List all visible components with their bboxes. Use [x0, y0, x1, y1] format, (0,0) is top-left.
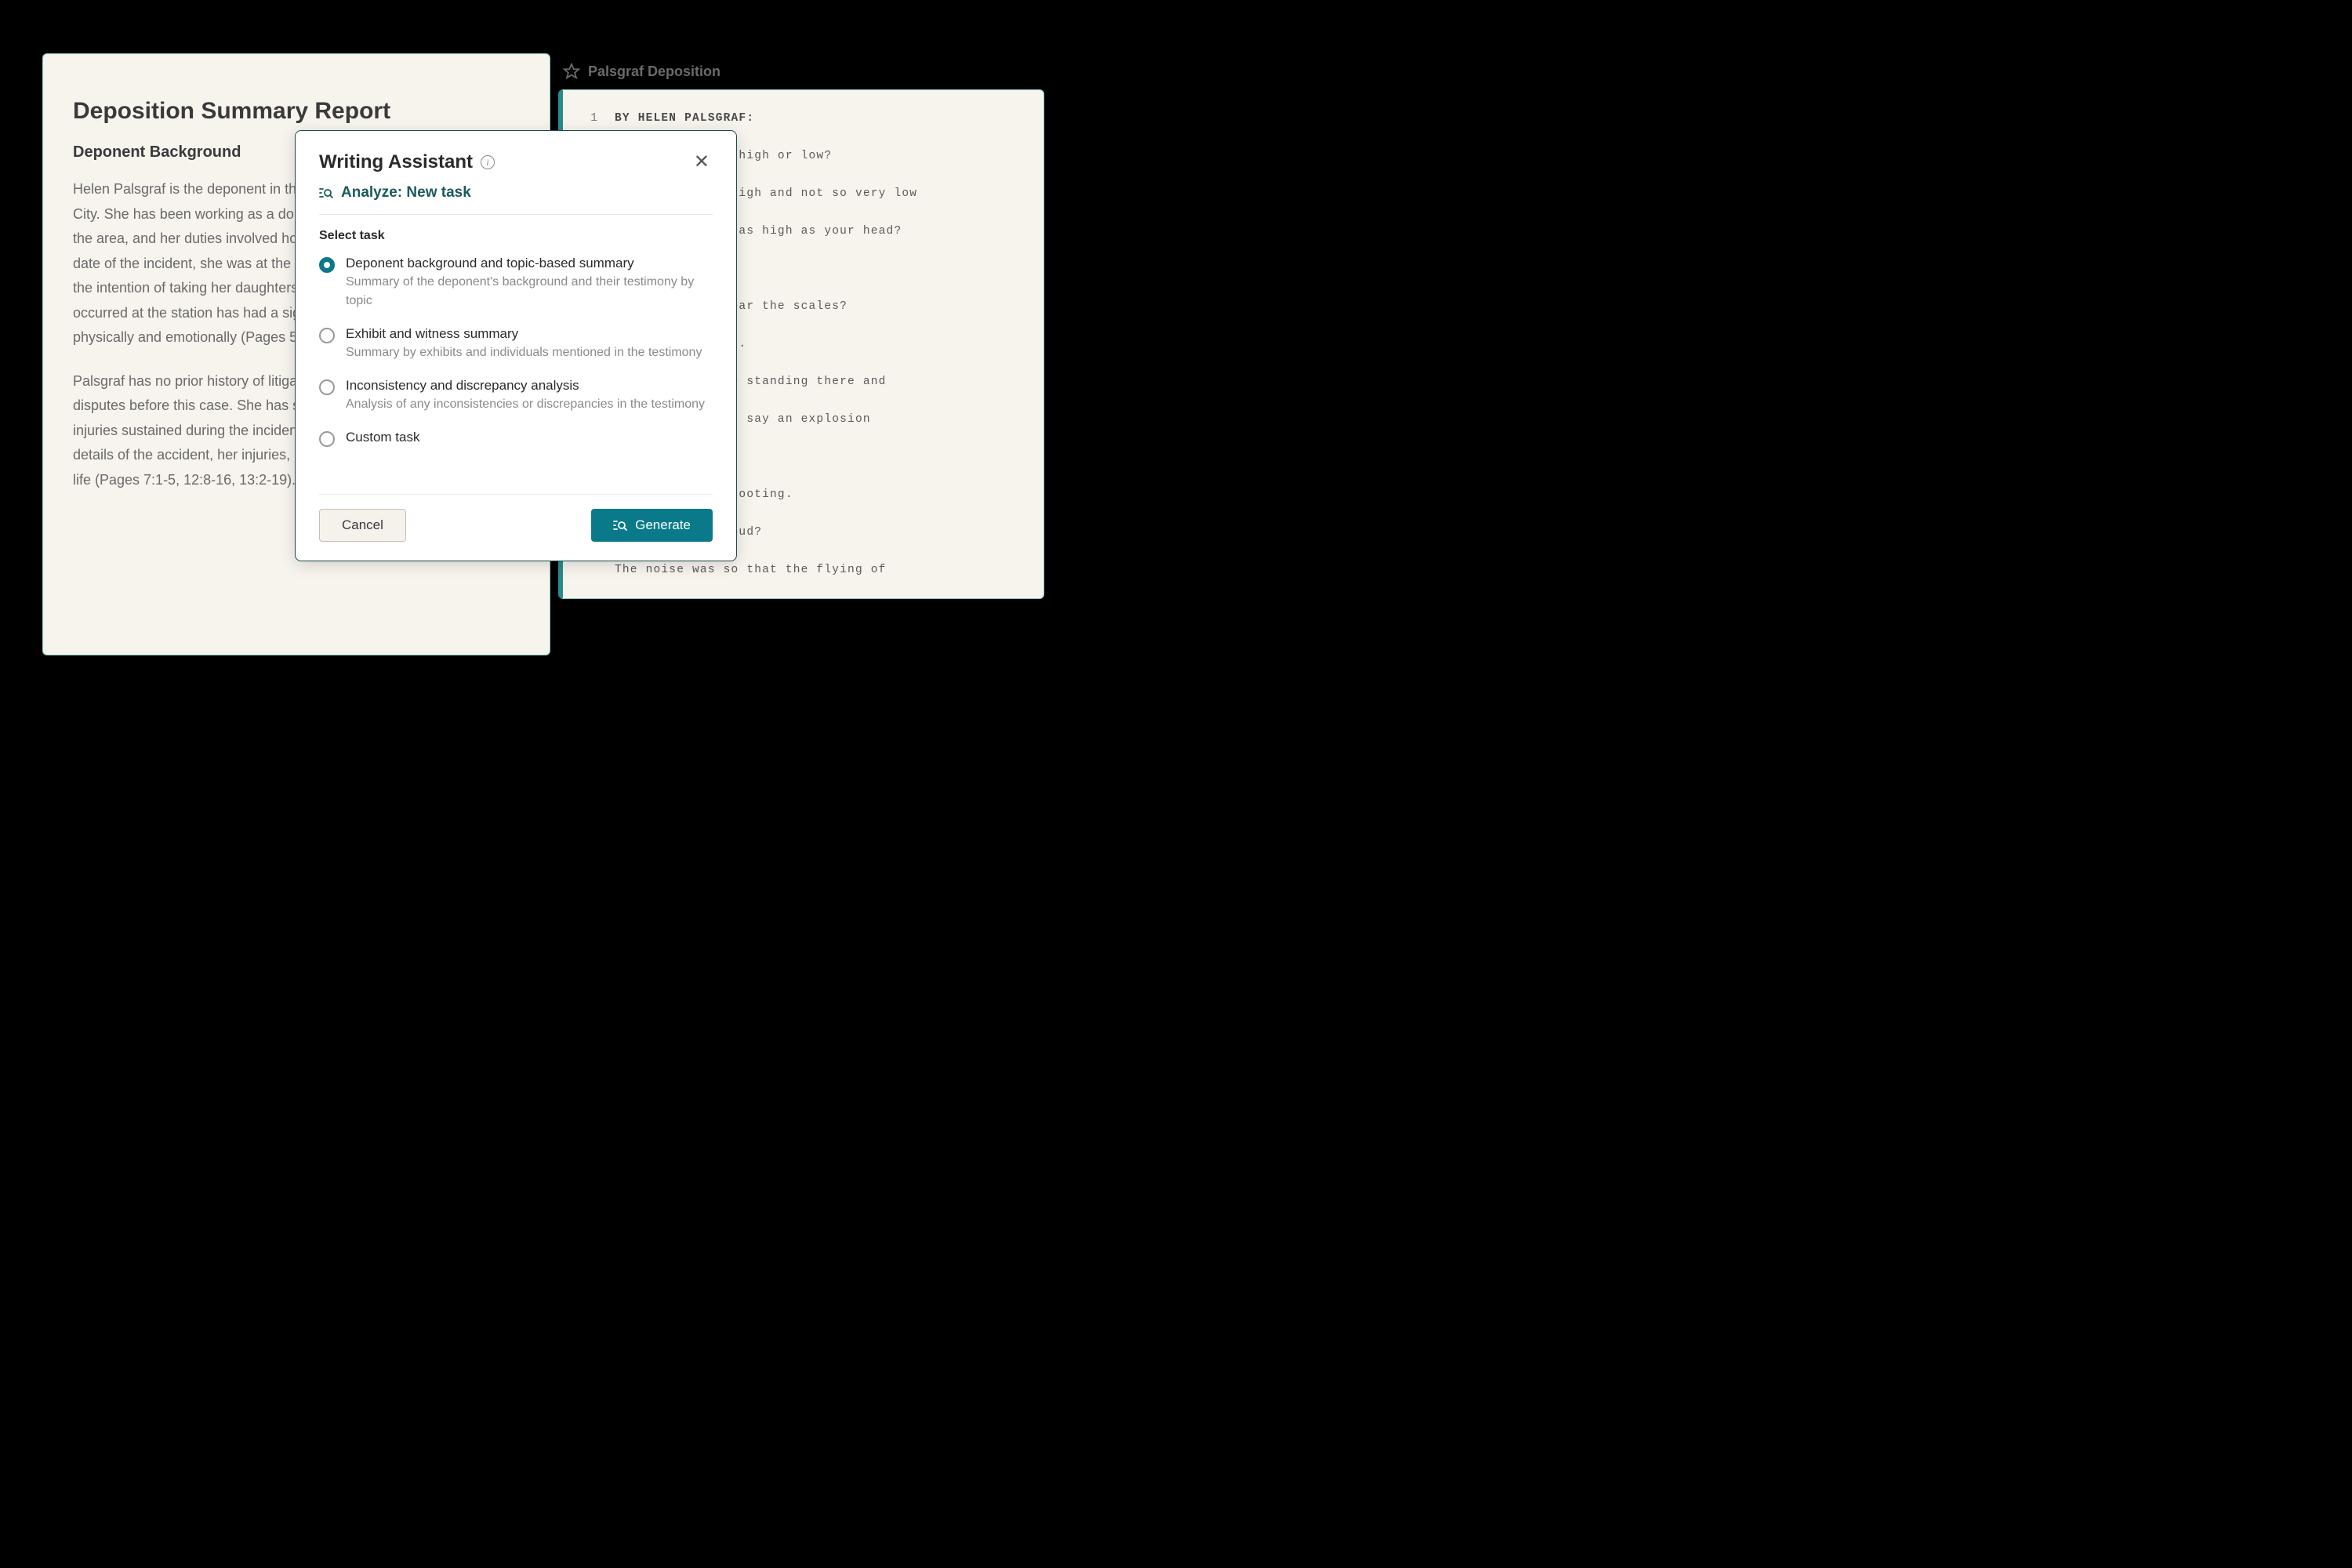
task-option[interactable]: Inconsistency and discrepancy analysisAn…: [319, 378, 713, 414]
modal-footer: Cancel Generate: [319, 494, 713, 542]
section-label: Select task: [319, 229, 713, 243]
transcript-title: Palsgraf Deposition: [588, 64, 720, 80]
transcript-line: The noise was so that the flying of: [582, 564, 1025, 576]
generate-button[interactable]: Generate: [591, 509, 713, 542]
radio-icon: [319, 257, 335, 273]
line-text: BY HELEN PALSGRAF:: [615, 112, 1025, 125]
radio-description: Analysis of any inconsistencies or discr…: [346, 395, 713, 414]
radio-label: Exhibit and witness summary: [346, 326, 713, 342]
modal-subtitle: Analyze: New task: [319, 184, 713, 215]
modal-title: Writing Assistant: [319, 151, 473, 173]
modal-header: Writing Assistant i ✕: [319, 151, 713, 173]
radio-content: Custom task: [346, 430, 713, 445]
close-icon: ✕: [694, 151, 710, 172]
task-option[interactable]: Deponent background and topic-based summ…: [319, 256, 713, 310]
radio-content: Deponent background and topic-based summ…: [346, 256, 713, 310]
line-number: 1: [582, 112, 597, 125]
radio-description: Summary of the deponent's background and…: [346, 273, 713, 310]
radio-content: Exhibit and witness summarySummary by ex…: [346, 326, 713, 362]
radio-icon: [319, 328, 335, 343]
task-radio-group: Deponent background and topic-based summ…: [319, 256, 713, 447]
writing-assistant-modal: Writing Assistant i ✕ Analyze: New task …: [295, 130, 737, 561]
analyze-icon: [319, 187, 333, 199]
task-option[interactable]: Custom task: [319, 430, 713, 447]
radio-label: Deponent background and topic-based summ…: [346, 256, 713, 271]
radio-icon: [319, 431, 335, 447]
star-icon[interactable]: [563, 63, 580, 80]
transcript-header: Palsgraf Deposition: [558, 63, 1044, 80]
line-number: [582, 564, 597, 576]
info-icon[interactable]: i: [481, 155, 495, 169]
summary-title: Deposition Summary Report: [73, 98, 520, 125]
radio-label: Inconsistency and discrepancy analysis: [346, 378, 713, 394]
radio-label: Custom task: [346, 430, 713, 445]
radio-content: Inconsistency and discrepancy analysisAn…: [346, 378, 713, 414]
generate-label: Generate: [635, 517, 691, 533]
task-option[interactable]: Exhibit and witness summarySummary by ex…: [319, 326, 713, 362]
close-button[interactable]: ✕: [691, 151, 713, 173]
transcript-line: 1 BY HELEN PALSGRAF:: [582, 112, 1025, 125]
cancel-button[interactable]: Cancel: [319, 509, 406, 542]
line-text: The noise was so that the flying of: [615, 564, 1025, 576]
radio-description: Summary by exhibits and individuals ment…: [346, 343, 713, 362]
modal-subtitle-text: Analyze: New task: [341, 184, 471, 201]
generate-icon: [613, 519, 627, 532]
radio-icon: [319, 379, 335, 395]
